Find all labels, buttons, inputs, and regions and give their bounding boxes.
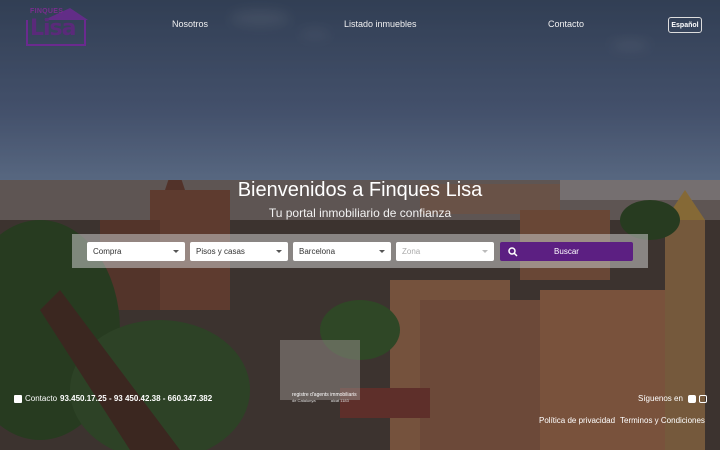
registre-agents-badge[interactable]: registre d'agents immobiliaris de Catalu… — [292, 392, 357, 404]
search-panel: Compra Pisos y casas Barcelona Zona Busc… — [72, 234, 648, 268]
terms-link[interactable]: Terminos y Condiciones — [620, 416, 705, 425]
search-button[interactable]: Buscar — [500, 242, 633, 261]
social-links: Síguenos en — [638, 394, 707, 403]
site-header: FINQUES Lisa Nosotros Listado inmuebles … — [0, 0, 720, 48]
property-type-select[interactable]: Pisos y casas — [190, 242, 288, 261]
hero-subtitle: Tu portal inmobiliario de confianza — [268, 206, 452, 220]
caret-down-icon — [379, 250, 385, 253]
instagram-icon[interactable] — [698, 394, 707, 403]
privacy-policy-link[interactable]: Política de privacidad — [539, 416, 615, 425]
finques-lisa-logo[interactable]: FINQUES Lisa — [24, 6, 88, 46]
registre-line2: de Catalunya — [292, 398, 316, 403]
follow-label: Síguenos en — [638, 394, 683, 403]
footer-contact: Contacto 93.450.17.25 - 93 450.42.38 - 6… — [14, 394, 212, 403]
background-photo — [0, 0, 720, 450]
phone-icon — [14, 394, 22, 403]
logo-big-text: Lisa — [30, 16, 76, 41]
city-select-value: Barcelona — [299, 247, 336, 256]
caret-down-icon — [482, 250, 488, 253]
registre-number: aicat 1183 — [330, 398, 349, 403]
zone-select-placeholder: Zona — [402, 247, 421, 256]
nav-nosotros[interactable]: Nosotros — [172, 19, 208, 29]
city-select[interactable]: Barcelona — [293, 242, 391, 261]
nav-contacto[interactable]: Contacto — [548, 19, 584, 29]
language-selector[interactable]: Español — [668, 17, 702, 33]
nav-listado-inmuebles[interactable]: Listado inmuebles — [344, 19, 417, 29]
search-icon — [508, 247, 518, 257]
phone-numbers[interactable]: 93.450.17.25 - 93 450.42.38 - 660.347.38… — [60, 394, 212, 403]
property-type-value: Pisos y casas — [196, 247, 245, 256]
search-button-label: Buscar — [554, 247, 579, 256]
operation-select[interactable]: Compra — [87, 242, 185, 261]
hero-title: Bienvenidos a Finques Lisa — [237, 179, 483, 201]
caret-down-icon — [173, 250, 179, 253]
contact-label: Contacto — [25, 394, 58, 403]
caret-down-icon — [276, 250, 282, 253]
logo-small-text: FINQUES — [30, 8, 64, 15]
operation-select-value: Compra — [93, 247, 122, 256]
facebook-icon[interactable] — [687, 394, 696, 403]
zone-select[interactable]: Zona — [396, 242, 494, 261]
